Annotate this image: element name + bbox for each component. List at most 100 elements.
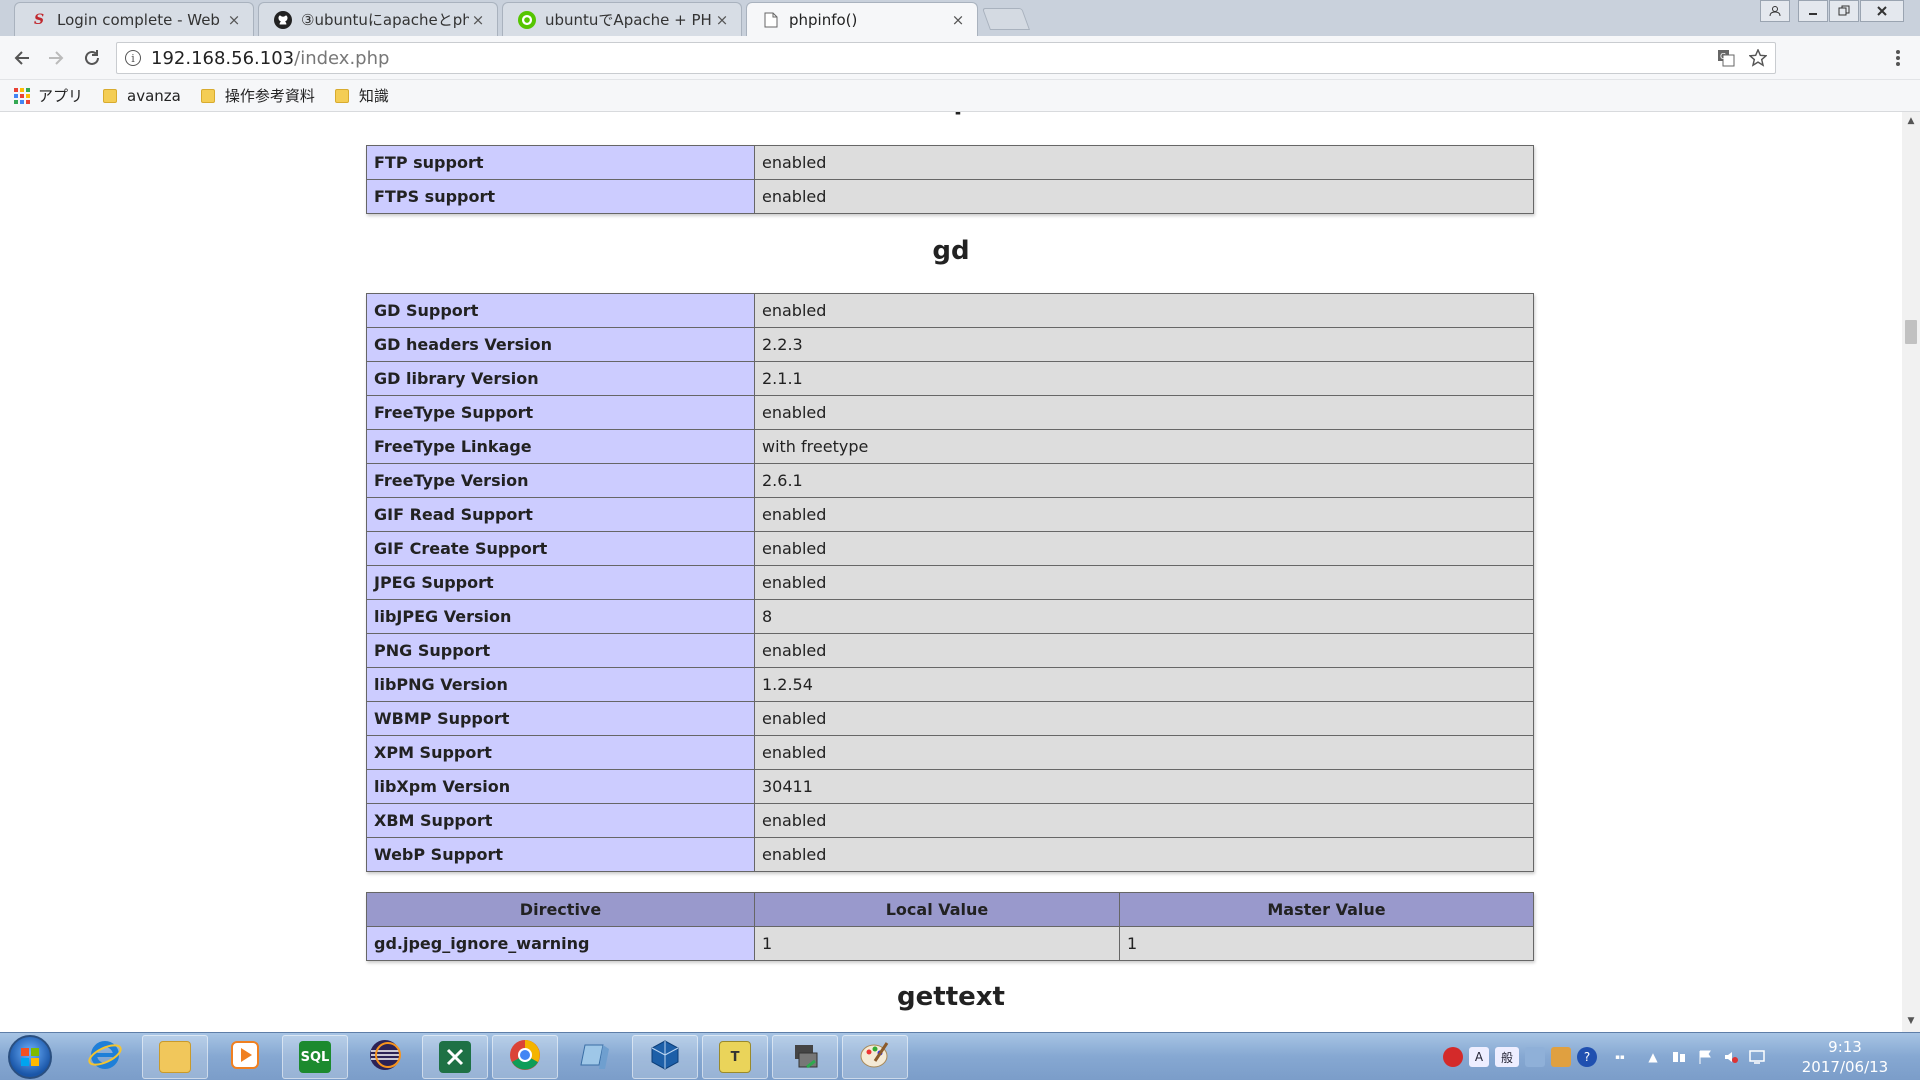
table-row: libXpm Version 30411: [366, 769, 1534, 804]
address-bar[interactable]: i 192.168.56.103/index.php G: [116, 42, 1776, 74]
windows-taskbar: SQL T A 般 ? ▪▪ ▲ 9:13 2017/06/13: [0, 1032, 1920, 1080]
tab-phpinfo[interactable]: phpinfo() ×: [746, 2, 978, 36]
forward-icon[interactable]: [42, 44, 70, 72]
table-row: libPNG Version 1.2.54: [366, 667, 1534, 702]
setting-name: FreeType Linkage: [366, 429, 755, 464]
window-close-icon[interactable]: [1860, 0, 1904, 22]
volume-muted-icon[interactable]: [1721, 1047, 1741, 1067]
bookmark-apps[interactable]: アプリ: [14, 85, 83, 106]
github-icon: [273, 10, 293, 30]
column-header-local-value: Local Value: [754, 892, 1120, 927]
bookmark-label: アプリ: [38, 87, 84, 105]
setting-value: enabled: [754, 633, 1534, 668]
setting-name: FreeType Version: [366, 463, 755, 498]
ime-tool-icon[interactable]: [1525, 1047, 1545, 1067]
taskbar-paint[interactable]: [842, 1035, 908, 1079]
taskbar-teraterm[interactable]: T: [702, 1035, 768, 1079]
setting-value: enabled: [754, 497, 1534, 532]
close-icon[interactable]: ×: [713, 11, 731, 29]
bookmark-star-icon[interactable]: [1749, 43, 1767, 73]
table-row: libJPEG Version 8: [366, 599, 1534, 634]
setting-name: PNG Support: [366, 633, 755, 668]
windows-logo-icon: [21, 1048, 39, 1066]
translate-icon[interactable]: G: [1717, 43, 1735, 73]
setting-value: 8: [754, 599, 1534, 634]
setting-value: enabled: [754, 293, 1534, 328]
setting-name: GIF Read Support: [366, 497, 755, 532]
taskbar-notepad[interactable]: [562, 1035, 628, 1079]
taskbar-internet-explorer[interactable]: [72, 1035, 138, 1079]
restore-icon[interactable]: [1829, 0, 1859, 22]
setting-name: GD library Version: [366, 361, 755, 396]
gd-table: GD Support enabled GD headers Version 2.2.3…: [366, 293, 1534, 872]
close-icon[interactable]: ×: [225, 11, 243, 29]
taskbar-sql-developer[interactable]: SQL: [282, 1035, 348, 1079]
setting-name: libPNG Version: [366, 667, 755, 702]
display-icon[interactable]: [1747, 1047, 1767, 1067]
site-info-icon[interactable]: i: [125, 50, 141, 66]
taskbar-file-explorer[interactable]: [142, 1035, 208, 1079]
taskbar-excel[interactable]: [422, 1035, 488, 1079]
setting-value: enabled: [754, 735, 1534, 770]
ime-pad-icon[interactable]: [1551, 1047, 1571, 1067]
ime-input-icon[interactable]: 般: [1495, 1047, 1519, 1067]
taskbar-clock[interactable]: 9:13 2017/06/13: [1790, 1037, 1900, 1077]
table-row: GIF Read Support enabled: [366, 497, 1534, 532]
ime-mode-icon[interactable]: A: [1469, 1047, 1489, 1067]
setting-value: enabled: [754, 145, 1534, 180]
profile-icon[interactable]: [1760, 0, 1790, 22]
network-icon[interactable]: [1669, 1047, 1689, 1067]
table-row: GD Support enabled: [366, 293, 1534, 328]
tab-login-complete[interactable]: S Login complete - Web ×: [14, 2, 254, 36]
show-hidden-icons-icon[interactable]: ▲: [1643, 1047, 1663, 1067]
svg-text:G: G: [1720, 52, 1726, 61]
bookmark-folder-reference[interactable]: 操作参考資料: [200, 85, 315, 106]
table-row: XBM Support enabled: [366, 803, 1534, 838]
table-row: JPEG Support enabled: [366, 565, 1534, 600]
taskbar-media-player[interactable]: [212, 1035, 278, 1079]
scroll-down-arrow-icon[interactable]: ▼: [1902, 1016, 1920, 1032]
setting-value: enabled: [754, 179, 1534, 214]
setting-name: GIF Create Support: [366, 531, 755, 566]
page-scrollbar[interactable]: ▲ ▼: [1902, 112, 1920, 1032]
setting-value: 30411: [754, 769, 1534, 804]
setting-name: WBMP Support: [366, 701, 755, 736]
close-icon[interactable]: ×: [949, 11, 967, 29]
back-icon[interactable]: [8, 44, 36, 72]
setting-name: GD Support: [366, 293, 755, 328]
folder-icon: [103, 88, 118, 103]
setting-name: FTPS support: [366, 179, 755, 214]
scroll-up-arrow-icon[interactable]: ▲: [1902, 116, 1920, 132]
taskbar-network-drive[interactable]: [772, 1035, 838, 1079]
setting-name: libJPEG Version: [366, 599, 755, 634]
reload-icon[interactable]: [78, 44, 106, 72]
bookmark-label: avanza: [127, 86, 181, 105]
table-row: gd.jpeg_ignore_warning 1 1: [366, 926, 1534, 961]
scroll-thumb[interactable]: [1905, 320, 1917, 345]
taskbar-virtualbox[interactable]: [632, 1035, 698, 1079]
close-icon[interactable]: ×: [469, 11, 487, 29]
taskbar-chrome[interactable]: [492, 1035, 558, 1079]
table-row: FTP support enabled: [366, 145, 1534, 180]
bookmark-folder-avanza[interactable]: avanza: [103, 87, 181, 105]
start-button[interactable]: [8, 1035, 52, 1079]
menu-icon[interactable]: [1884, 44, 1912, 72]
setting-value: enabled: [754, 803, 1534, 838]
tab-qiita-apache[interactable]: ubuntuでApache + PH ×: [502, 2, 742, 36]
action-center-flag-icon[interactable]: [1695, 1047, 1715, 1067]
tab-title: ubuntuでApache + PH: [545, 11, 712, 29]
bookmark-folder-knowledge[interactable]: 知識: [334, 85, 389, 106]
help-icon[interactable]: ?: [1577, 1047, 1597, 1067]
bookmark-label: 操作参考資料: [224, 87, 315, 105]
system-tray: A 般 ? ▪▪ ▲: [1440, 1037, 1770, 1077]
table-row: XPM Support enabled: [366, 735, 1534, 770]
notepad-icon: [579, 1039, 611, 1075]
antivirus-icon[interactable]: [1443, 1047, 1463, 1067]
new-tab-button[interactable]: [981, 8, 1031, 30]
setting-value: enabled: [754, 701, 1534, 736]
table-row: GD headers Version 2.2.3: [366, 327, 1534, 362]
taskbar-eclipse[interactable]: [352, 1035, 418, 1079]
minimize-icon[interactable]: [1798, 0, 1828, 22]
column-header-master-value: Master Value: [1119, 892, 1534, 927]
tab-github-ubuntu[interactable]: ③ubuntuにapacheとph ×: [258, 2, 498, 36]
